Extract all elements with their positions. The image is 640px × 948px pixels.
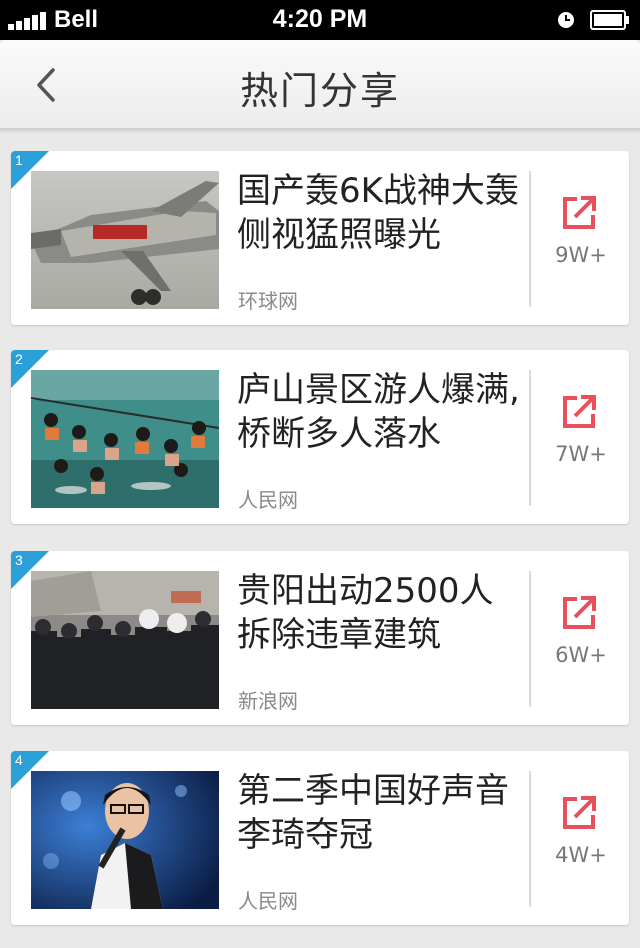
divider bbox=[529, 370, 531, 506]
news-headline[interactable]: 国产轰6K战神大轰侧视猛照曝光 bbox=[237, 169, 521, 257]
share-count: 9W+ bbox=[555, 243, 607, 267]
navigation-bar: 热门分享 bbox=[0, 40, 640, 130]
share-external-icon bbox=[563, 796, 596, 829]
news-headline[interactable]: 庐山景区游人爆满,桥断多人落水 bbox=[237, 368, 521, 456]
share-button[interactable]: 6W+ bbox=[533, 591, 629, 671]
rank-number: 2 bbox=[15, 351, 23, 367]
news-thumbnail[interactable] bbox=[31, 171, 219, 309]
news-source: 环球网 bbox=[238, 289, 298, 313]
news-thumbnail[interactable] bbox=[31, 771, 219, 909]
news-thumbnail[interactable] bbox=[31, 370, 219, 508]
rank-number: 1 bbox=[15, 152, 23, 168]
status-bar: Bell 4:20 PM bbox=[0, 0, 640, 40]
status-time: 4:20 PM bbox=[272, 5, 368, 33]
divider bbox=[529, 171, 531, 307]
rank-number: 3 bbox=[15, 552, 23, 568]
divider bbox=[529, 771, 531, 907]
share-count: 7W+ bbox=[555, 442, 607, 466]
news-thumbnail[interactable] bbox=[31, 571, 219, 709]
page-title: 热门分享 bbox=[239, 69, 400, 113]
news-card[interactable]: 2 庐山景区游人爆满,桥断多人落水 人民网 7W+ bbox=[11, 350, 629, 524]
news-card[interactable]: 3 贵阳出动2500人拆除违章建筑 新浪网 6W+ bbox=[11, 551, 629, 725]
battery-icon bbox=[590, 10, 629, 30]
share-button[interactable]: 7W+ bbox=[533, 390, 629, 470]
news-card[interactable]: 1 国产轰6K战神大轰侧视猛照曝光 环球网 9W+ bbox=[11, 151, 629, 325]
share-count: 4W+ bbox=[555, 843, 607, 867]
news-source: 人民网 bbox=[238, 889, 298, 913]
alarm-clock-icon bbox=[558, 12, 574, 28]
news-headline[interactable]: 第二季中国好声音李琦夺冠 bbox=[237, 769, 521, 857]
share-external-icon bbox=[563, 196, 596, 229]
news-headline[interactable]: 贵阳出动2500人拆除违章建筑 bbox=[237, 569, 521, 657]
rank-number: 4 bbox=[15, 752, 23, 768]
share-external-icon bbox=[563, 395, 596, 428]
news-card[interactable]: 4 第二季中国好声音李琦夺冠 人民网 4W+ bbox=[11, 751, 629, 925]
share-button[interactable]: 9W+ bbox=[533, 191, 629, 271]
share-external-icon bbox=[563, 596, 596, 629]
news-source: 新浪网 bbox=[238, 689, 298, 713]
news-source: 人民网 bbox=[238, 488, 298, 512]
share-count: 6W+ bbox=[555, 643, 607, 667]
share-button[interactable]: 4W+ bbox=[533, 791, 629, 871]
divider bbox=[529, 571, 531, 707]
